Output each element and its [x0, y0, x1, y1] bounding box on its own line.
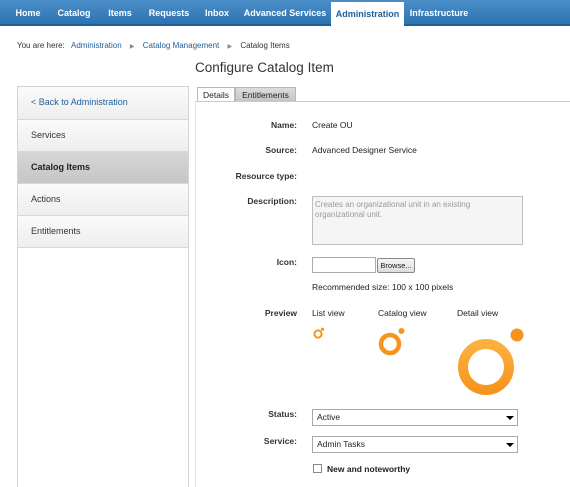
sidebar-item-entitlements[interactable]: Entitlements	[18, 216, 188, 248]
details-panel: Name: Create OU Source: Advanced Designe…	[195, 101, 570, 487]
back-to-administration-link[interactable]: < Back to Administration	[18, 87, 188, 120]
icon-size-hint: Recommended size: 100 x 100 pixels	[312, 282, 454, 292]
breadcrumb-catalog-items: Catalog Items	[240, 41, 290, 50]
breadcrumb-prefix: You are here:	[17, 41, 65, 50]
new-and-noteworthy-label: New and noteworthy	[327, 464, 411, 474]
dropdown-arrow-icon	[506, 416, 514, 420]
chevron-right-icon: ▶	[129, 44, 135, 50]
preview-label: Preview	[264, 308, 297, 318]
service-label: Service:	[263, 436, 297, 446]
sidebar-item-services[interactable]: Services	[18, 120, 188, 152]
detail-view-label: Detail view	[457, 308, 499, 318]
nav-tab-home[interactable]: Home	[8, 0, 48, 26]
list-view-label: List view	[312, 308, 345, 318]
icon-label: Icon:	[276, 257, 297, 267]
description-label: Description:	[247, 196, 297, 206]
nav-tab-inbox[interactable]: Inbox	[198, 0, 236, 26]
service-select-value: Admin Tasks	[317, 439, 366, 449]
icon-file-input[interactable]	[312, 257, 376, 273]
dropdown-arrow-icon	[506, 443, 514, 447]
catalog-view-icon	[378, 328, 405, 356]
sidebar-item-actions[interactable]: Actions	[18, 184, 188, 216]
breadcrumb-administration[interactable]: Administration	[71, 41, 122, 50]
source-value: Advanced Designer Service	[312, 145, 417, 155]
name-value: Create OU	[312, 120, 353, 130]
tab-entitlements[interactable]: Entitlements	[235, 87, 296, 102]
breadcrumb-catalog-management[interactable]: Catalog Management	[143, 41, 220, 50]
service-select[interactable]: Admin Tasks	[312, 436, 518, 453]
nav-tab-catalog[interactable]: Catalog	[51, 0, 97, 26]
list-view-icon	[313, 327, 325, 339]
tab-details[interactable]: Details	[197, 87, 235, 102]
nav-tab-administration[interactable]: Administration	[331, 2, 404, 28]
catalog-view-label: Catalog view	[378, 308, 427, 318]
chevron-right-icon: ▶	[227, 44, 233, 50]
sidebar-item-catalog-items[interactable]: Catalog Items	[18, 152, 188, 184]
source-label: Source:	[265, 145, 297, 155]
nav-tab-items[interactable]: Items	[100, 0, 140, 26]
status-select-value: Active	[317, 412, 341, 422]
detail-view-icon	[458, 328, 524, 395]
description-field[interactable]: Creates an organizational unit in an exi…	[312, 196, 523, 245]
nav-tab-infrastructure[interactable]: Infrastructure	[408, 0, 470, 26]
top-navigation: Home Catalog Items Requests Inbox Advanc…	[0, 0, 570, 28]
sidebar: < Back to Administration Services Catalo…	[17, 86, 189, 487]
status-label: Status:	[268, 409, 297, 419]
resource-type-label: Resource type:	[235, 171, 297, 181]
new-and-noteworthy-checkbox[interactable]	[313, 464, 322, 473]
breadcrumb: You are here: Administration ▶ Catalog M…	[17, 41, 290, 50]
nav-tab-requests[interactable]: Requests	[143, 0, 195, 26]
nav-tab-advanced-services[interactable]: Advanced Services	[241, 0, 329, 26]
browse-button[interactable]: Browse...	[377, 258, 415, 273]
status-select[interactable]: Active	[312, 409, 518, 426]
name-label: Name:	[271, 120, 297, 130]
page-title: Configure Catalog Item	[195, 60, 334, 75]
